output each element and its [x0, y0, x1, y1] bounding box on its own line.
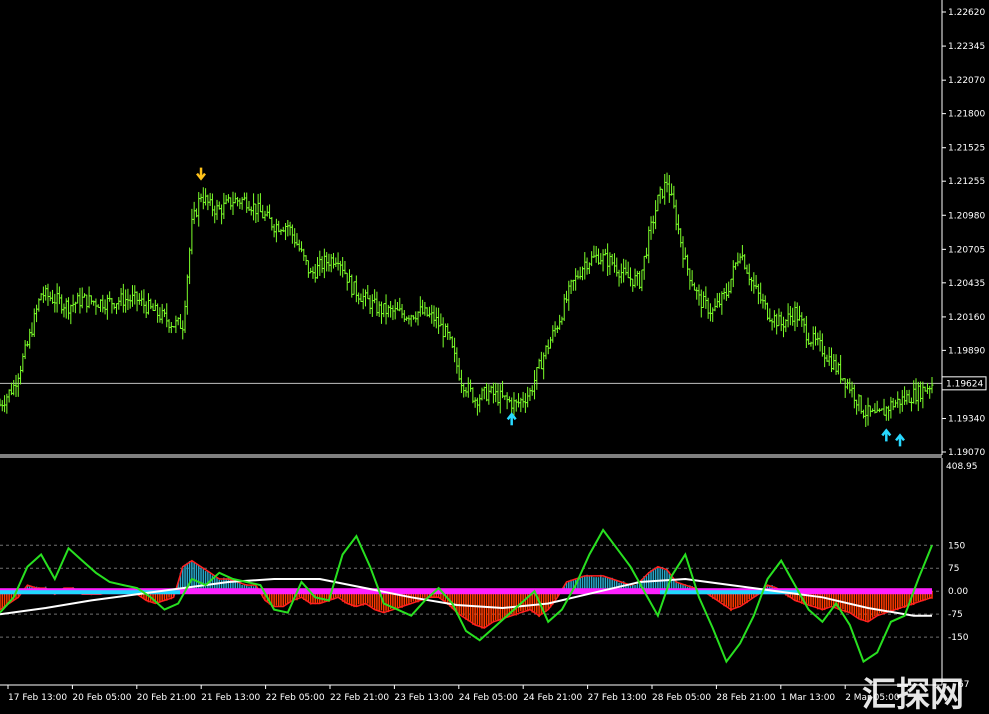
price-tick-label: 1.20705 — [948, 245, 985, 255]
time-tick-label: 24 Feb 05:00 — [459, 693, 518, 703]
time-tick-label: 22 Feb 21:00 — [330, 693, 389, 703]
time-tick-label: 20 Feb 05:00 — [72, 693, 131, 703]
price-tick-label: 1.19890 — [948, 346, 985, 356]
time-tick-label: 1 Mar 13:00 — [781, 693, 836, 703]
price-tick-label: 1.21525 — [948, 144, 985, 154]
time-tick-label: 17 Feb 13:00 — [8, 693, 67, 703]
indicator-top-label: 408.95 — [946, 462, 978, 472]
time-tick-label: 28 Feb 05:00 — [652, 693, 711, 703]
time-tick-label: 27 Feb 13:00 — [588, 693, 647, 703]
price-tick-label: 1.22070 — [948, 76, 985, 86]
time-tick-label: 21 Feb 13:00 — [201, 693, 260, 703]
time-tick-label: 23 Feb 13:00 — [394, 693, 453, 703]
price-tick-label: 1.19070 — [948, 448, 985, 458]
price-tick-label: 1.21800 — [948, 110, 985, 120]
price-tick-label: 1.22620 — [948, 8, 985, 18]
time-tick-label: 20 Feb 21:00 — [137, 693, 196, 703]
price-tick-label: 1.19340 — [948, 415, 985, 425]
time-tick-label: 24 Feb 21:00 — [523, 693, 582, 703]
watermark-logo: 汇探网 — [862, 675, 964, 714]
time-tick-label: 22 Feb 05:00 — [266, 693, 325, 703]
trading-chart[interactable]: 1.22620 1.22345 1.22070 1.21800 1.21525 1.212… — [0, 0, 989, 714]
price-tick-label: 1.20980 — [948, 211, 985, 221]
price-tick-label: 1.21255 — [948, 177, 985, 187]
indicator-level-label: -75 — [948, 610, 963, 620]
indicator-level-label: 150 — [948, 541, 965, 551]
time-tick-label: 28 Feb 21:00 — [716, 693, 775, 703]
price-tick-label: 1.22345 — [948, 42, 985, 52]
current-price-label: 1.19624 — [946, 379, 983, 389]
price-tick-label: 1.20160 — [948, 313, 985, 323]
indicator-level-label: 0.00 — [948, 587, 968, 597]
current-price-marker: 1.19624 — [941, 376, 987, 391]
indicator-level-label: -150 — [948, 633, 969, 643]
price-tick-label: 1.20435 — [948, 279, 985, 289]
indicator-level-label: 75 — [948, 564, 959, 574]
